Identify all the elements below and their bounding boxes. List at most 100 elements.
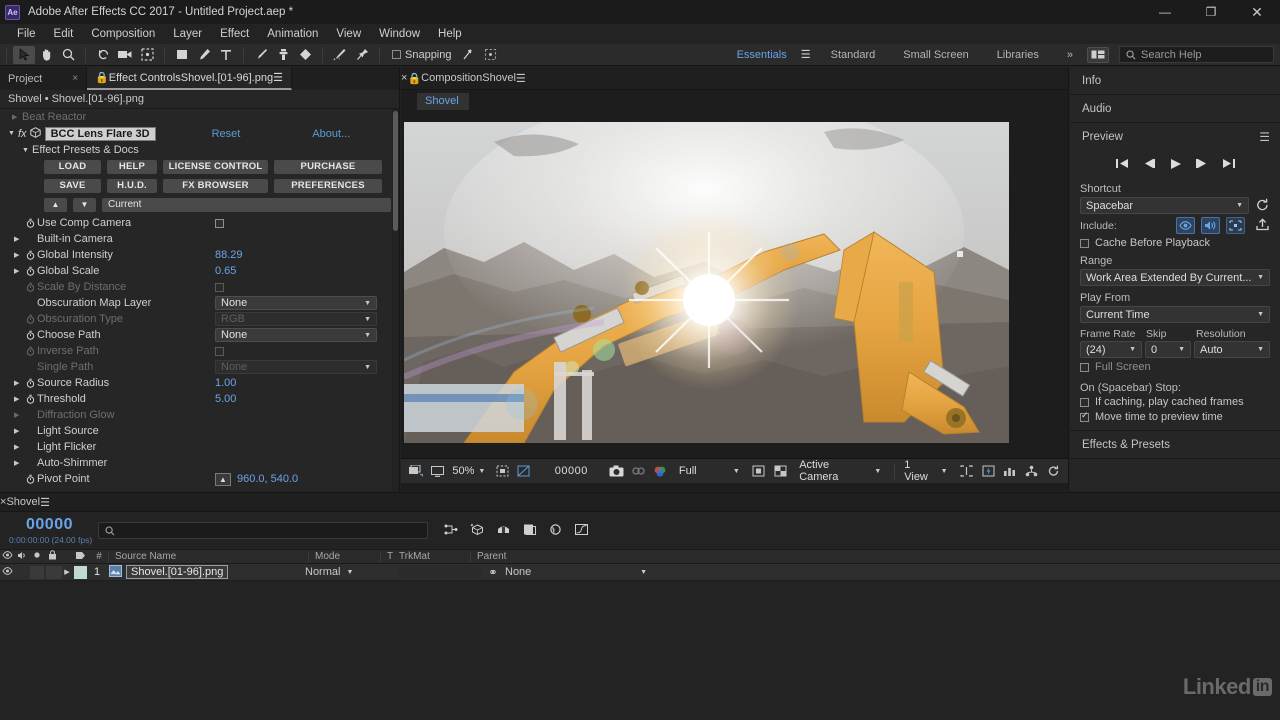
workspace-small-screen[interactable]: Small Screen <box>889 49 982 61</box>
chevron-down-icon[interactable]: ▼ <box>640 569 647 576</box>
stopwatch-icon[interactable] <box>24 330 37 340</box>
camera-view-value[interactable]: Active Camera <box>795 459 874 483</box>
disclosure-triangle-icon[interactable]: ▶ <box>14 443 24 451</box>
preset-button-fx-browser[interactable]: FX BROWSER <box>163 178 268 193</box>
resolution-dropdown[interactable]: Auto ▼ <box>1194 341 1270 358</box>
panel-menu-icon[interactable]: ☰ <box>1259 130 1270 144</box>
layer-parent-value[interactable]: None <box>505 566 531 578</box>
param-use-comp-camera[interactable]: Use Comp Camera <box>0 215 399 231</box>
workspace-essentials[interactable]: Essentials <box>723 49 801 61</box>
maximize-button[interactable]: ❐ <box>1188 0 1234 24</box>
type-tool-icon[interactable] <box>215 46 237 64</box>
column-header-index[interactable]: # <box>90 551 108 562</box>
menu-item-help[interactable]: Help <box>429 24 471 44</box>
layer-lock-toggle[interactable] <box>46 565 62 579</box>
clone-stamp-tool-icon[interactable] <box>272 46 294 64</box>
param-point-picker[interactable]: ▲ <box>215 472 231 486</box>
preset-button-save[interactable]: SAVE <box>44 178 101 193</box>
eraser-tool-icon[interactable] <box>294 46 316 64</box>
close-button[interactable]: ✕ <box>1234 0 1280 24</box>
stopwatch-icon[interactable] <box>24 266 37 276</box>
workspace-layout-icon[interactable] <box>1087 46 1109 63</box>
parent-pickwhip-icon[interactable]: ⚭ <box>481 566 505 579</box>
menu-item-effect[interactable]: Effect <box>211 24 258 44</box>
param-checkbox[interactable] <box>215 282 224 292</box>
if-caching-checkbox[interactable] <box>1080 397 1089 407</box>
param-auto-shimmer[interactable]: ▶ Auto-Shimmer <box>0 455 399 471</box>
last-frame-button[interactable] <box>1222 158 1236 172</box>
group-effect-presets[interactable]: ▼ Effect Presets & Docs <box>0 142 399 158</box>
stopwatch-icon[interactable] <box>24 250 37 260</box>
table-row[interactable]: ▶ 1 Shovel.[01-96].png Normal ▼ ⚭ None ▼ <box>0 564 1280 581</box>
composition-mini-flowchart-icon[interactable] <box>444 523 459 539</box>
column-header-parent[interactable]: Parent <box>470 551 630 562</box>
fast-previews-icon[interactable] <box>977 462 999 480</box>
range-dropdown[interactable]: Work Area Extended By Current... ▼ <box>1080 269 1270 286</box>
scrollbar-thumb[interactable] <box>393 111 398 231</box>
snapping-checkbox[interactable] <box>392 50 401 59</box>
roto-brush-tool-icon[interactable] <box>329 46 351 64</box>
param-dropdown[interactable]: None ▼ <box>215 296 377 310</box>
param-global-scale[interactable]: ▶ Global Scale 0.65 <box>0 263 399 279</box>
zoom-level-value[interactable]: 50% <box>448 465 478 477</box>
effect-header[interactable]: ▼ fx BCC Lens Flare 3D Reset About... <box>0 125 399 142</box>
layer-blend-mode[interactable]: Normal <box>305 566 340 578</box>
param-single-path[interactable]: Single Path None ▼ <box>0 359 399 375</box>
full-screen-checkbox[interactable] <box>1080 362 1089 372</box>
param-inverse-path[interactable]: Inverse Path <box>0 343 399 359</box>
workspace-menu-icon[interactable]: ☰ <box>801 48 811 61</box>
stopwatch-icon[interactable] <box>24 218 37 228</box>
disclosure-triangle-icon[interactable]: ▶ <box>14 379 24 387</box>
always-preview-this-view-icon[interactable] <box>405 462 427 480</box>
panel-menu-icon[interactable]: ☰ <box>273 71 283 84</box>
layer-trkmat-cell[interactable] <box>399 565 481 579</box>
camera-tool-icon[interactable] <box>114 46 136 64</box>
next-frame-button[interactable] <box>1195 158 1209 172</box>
preset-button-preferences[interactable]: PREFERENCES <box>274 178 382 193</box>
renderer-options-icon[interactable] <box>1021 462 1043 480</box>
disclosure-triangle-icon[interactable]: ▶ <box>14 411 24 419</box>
composition-preview-image[interactable] <box>404 122 1009 443</box>
include-video-icon[interactable] <box>1176 217 1195 234</box>
effect-reset-button[interactable]: Reset <box>212 128 241 140</box>
search-help-input[interactable]: Search Help <box>1119 46 1274 63</box>
menu-item-edit[interactable]: Edit <box>45 24 83 44</box>
puppet-pin-tool-icon[interactable] <box>351 46 373 64</box>
preset-button-h-u-d-[interactable]: H.U.D. <box>107 178 157 193</box>
reset-shortcut-icon[interactable] <box>1255 198 1270 214</box>
panel-menu-icon[interactable]: ☰ <box>40 496 50 509</box>
resolution-value[interactable]: Full <box>675 465 733 477</box>
view-layout-value[interactable]: 1 View <box>900 459 940 483</box>
enable-frame-blending-icon[interactable] <box>522 523 537 539</box>
selection-handle-top[interactable] <box>957 251 963 257</box>
enable-motion-blur-icon[interactable] <box>548 523 563 539</box>
cache-before-playback-row[interactable]: Cache Before Playback <box>1070 237 1280 249</box>
chevron-down-icon[interactable]: ▼ <box>346 569 353 576</box>
param-threshold[interactable]: ▶ Threshold 5.00 <box>0 391 399 407</box>
selection-tool-icon[interactable] <box>13 45 35 64</box>
param-choose-path[interactable]: Choose Path None ▼ <box>0 327 399 343</box>
workspace-standard[interactable]: Standard <box>817 49 890 61</box>
param-dropdown[interactable]: RGB ▼ <box>215 312 377 326</box>
hand-tool-icon[interactable] <box>35 46 57 64</box>
param-scale-by-distance[interactable]: Scale By Distance <box>0 279 399 295</box>
param-value[interactable]: 1.00 <box>215 377 236 389</box>
play-from-dropdown[interactable]: Current Time ▼ <box>1080 306 1270 323</box>
toggle-mask-paths-icon[interactable] <box>748 462 770 480</box>
preset-button-help[interactable]: HELP <box>107 159 157 174</box>
move-time-row[interactable]: Move time to preview time <box>1070 410 1280 423</box>
minimize-button[interactable]: — <box>1142 0 1188 24</box>
layer-source-name[interactable]: Shovel.[01-96].png <box>126 565 229 579</box>
disclosure-triangle-icon[interactable]: ▶ <box>14 427 24 435</box>
full-screen-row[interactable]: Full Screen <box>1070 361 1280 373</box>
toggle-transparency-icon[interactable] <box>770 462 792 480</box>
param-checkbox[interactable] <box>215 346 224 356</box>
transparency-grid-icon[interactable] <box>513 462 535 480</box>
param-built-in-camera[interactable]: ▶ Built-in Camera <box>0 231 399 247</box>
workspace-overflow-button[interactable]: » <box>1053 49 1087 61</box>
chevron-down-icon[interactable]: ▼ <box>733 468 740 475</box>
info-panel[interactable]: Info <box>1070 67 1280 95</box>
column-header-t[interactable]: T <box>380 551 394 562</box>
menu-item-composition[interactable]: Composition <box>82 24 164 44</box>
preset-prev-button[interactable]: ▲ <box>44 197 67 212</box>
